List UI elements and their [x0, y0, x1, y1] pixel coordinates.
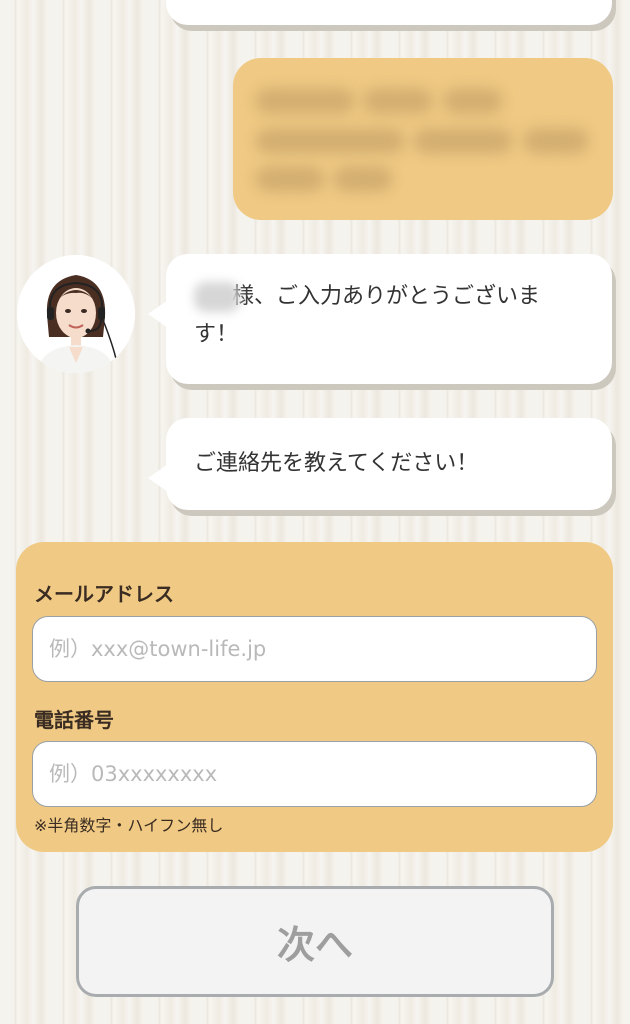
email-label: メールアドレス [34, 582, 174, 606]
user-reply-bubble-blurred [233, 58, 613, 220]
contact-form-panel: メールアドレス 電話番号 ※半角数字・ハイフン無し [16, 542, 613, 852]
email-field[interactable] [32, 616, 597, 682]
phone-field[interactable] [32, 741, 597, 807]
operator-thanks-message: 様、ご入力ありがとうございます！ [148, 254, 612, 384]
operator-contact-request-message: ご連絡先を教えてください！ [148, 418, 612, 510]
operator-headset-icon [17, 255, 135, 373]
blurred-user-name [194, 282, 240, 312]
operator-avatar [17, 255, 135, 373]
next-button[interactable]: 次へ [76, 886, 554, 997]
phone-hint: ※半角数字・ハイフン無し [34, 816, 224, 835]
contact-request-text: ご連絡先を教えてください！ [194, 451, 479, 476]
phone-label: 電話番号 [34, 708, 114, 732]
thanks-message-text: 様、ご入力ありがとうございます！ [194, 284, 541, 347]
previous-chat-bubble [166, 0, 612, 25]
